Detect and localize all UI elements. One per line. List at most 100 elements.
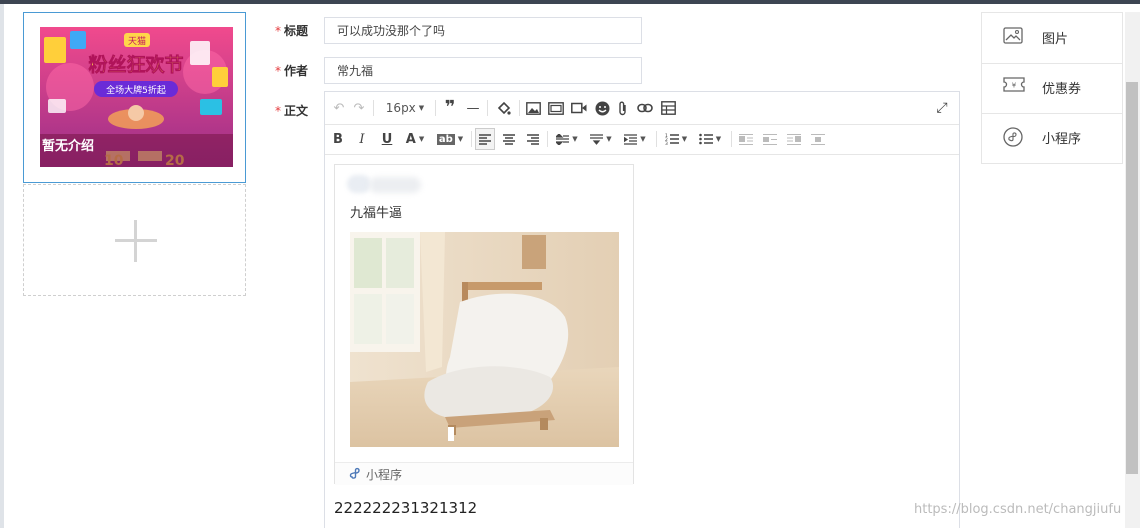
table-icon[interactable]	[659, 98, 677, 118]
unordered-list-button[interactable]: ▼	[696, 129, 724, 149]
author-input[interactable]	[324, 57, 642, 84]
font-color-button[interactable]: A ▼	[402, 129, 428, 149]
chevron-down-icon: ▼	[606, 135, 612, 143]
left-edge	[0, 4, 4, 528]
redo-icon[interactable]: ↷	[351, 98, 367, 118]
indent-button[interactable]: ▼	[622, 129, 648, 149]
toolbar-divider	[435, 100, 436, 116]
float-center-button[interactable]	[809, 129, 827, 149]
undo-icon[interactable]: ↶	[331, 98, 347, 118]
ordered-list-button[interactable]: 1 2 3 ▼	[662, 129, 690, 149]
chevron-down-icon: ▼	[457, 135, 464, 143]
content-label-text: 正文	[284, 104, 309, 118]
title-label: * 标题	[275, 22, 308, 39]
mini-program-icon	[1003, 127, 1025, 147]
image-icon[interactable]	[524, 98, 542, 118]
align-left-button[interactable]	[475, 128, 495, 150]
scrollbar-thumb[interactable]	[1126, 82, 1138, 474]
chevron-down-icon: ▼	[715, 135, 722, 143]
toolbar-divider	[519, 100, 520, 116]
cover-caption: 暂无介绍	[42, 139, 95, 154]
font-size-select[interactable]: 16px ▼	[381, 98, 429, 118]
rich-text-editor[interactable]: ↶ ↷ 16px ▼ ❞ — ⤢ B I U A ▼ ab ▼ ▼ ▼ ▼ 1 …	[324, 91, 960, 528]
insert-mini-program-item[interactable]: 小程序	[982, 113, 1122, 163]
required-mark: *	[275, 104, 281, 118]
insert-image-label: 图片	[1042, 32, 1069, 47]
required-mark: *	[275, 24, 281, 38]
toolbar-divider	[373, 100, 374, 116]
bold-button[interactable]: B	[331, 129, 345, 149]
mini-program-footer: 小程序	[335, 462, 633, 485]
font-size-value: 16px	[385, 101, 416, 115]
svg-text:3: 3	[665, 141, 668, 145]
align-center-button[interactable]	[501, 129, 517, 149]
emoji-icon[interactable]	[593, 98, 611, 118]
chevron-down-icon: ▼	[418, 104, 425, 112]
author-label-text: 作者	[284, 64, 309, 78]
add-article-button[interactable]	[23, 184, 246, 296]
toolbar-divider	[471, 131, 472, 147]
video-icon[interactable]	[570, 98, 588, 118]
toolbar-divider	[656, 131, 657, 147]
insert-image-item[interactable]: 图片	[982, 13, 1122, 64]
bold-label: B	[333, 131, 343, 147]
insert-mini-program-label: 小程序	[1042, 132, 1082, 147]
background-color-label: ab	[436, 133, 455, 145]
chevron-down-icon: ▼	[681, 135, 688, 143]
banner-main-text: 粉丝狂欢节	[88, 53, 183, 76]
toolbar-divider	[731, 131, 732, 147]
paint-icon[interactable]	[495, 98, 513, 118]
editor-body-text[interactable]: 222222231321312	[334, 499, 477, 517]
required-mark: *	[275, 64, 281, 78]
editor-toolbar-row2: B I U A ▼ ab ▼ ▼ ▼ ▼ 1 2 3 ▼ ▼	[325, 124, 959, 155]
plus-icon-vertical	[134, 220, 137, 262]
mini-program-footer-label: 小程序	[366, 468, 403, 482]
blurred-avatar	[347, 175, 371, 193]
title-label-text: 标题	[284, 24, 309, 38]
insert-panel: 图片 ¥ 优惠券 小程序	[981, 12, 1123, 164]
banner-sub-text: 全场大牌5折起	[106, 84, 166, 96]
title-input[interactable]	[324, 17, 642, 44]
float-right-button[interactable]	[785, 129, 803, 149]
mini-program-icon	[349, 467, 362, 483]
mini-program-card[interactable]: 九福牛逼 小程序	[334, 164, 634, 485]
banner-badge-text: 天猫	[128, 35, 146, 47]
attachment-icon[interactable]	[615, 98, 631, 118]
coupon-icon: ¥	[1003, 77, 1025, 97]
watermark: https://blog.csdn.net/changjiufu	[914, 502, 1122, 517]
align-right-button[interactable]	[525, 129, 541, 149]
author-label: * 作者	[275, 62, 308, 79]
font-color-label: A	[405, 131, 416, 147]
background-color-button[interactable]: ab ▼	[435, 129, 465, 149]
top-bar	[0, 0, 1140, 4]
italic-button[interactable]: I	[355, 129, 369, 149]
horizontal-rule-icon[interactable]: —	[465, 98, 481, 118]
blurred-name	[369, 177, 421, 193]
editor-toolbar-row1: ↶ ↷ 16px ▼ ❞ — ⤢	[325, 92, 959, 125]
mini-program-image	[350, 232, 619, 447]
insert-coupon-item[interactable]: ¥ 优惠券	[982, 63, 1122, 114]
fullscreen-icon[interactable]: ⤢	[933, 98, 951, 118]
underline-button[interactable]: U	[380, 129, 394, 149]
italic-label: I	[359, 131, 365, 147]
chevron-down-icon: ▼	[572, 135, 578, 143]
content-label: * 正文	[275, 102, 308, 119]
toolbar-divider	[487, 100, 488, 116]
paragraph-spacing-button[interactable]: ▼	[588, 129, 614, 149]
quote-icon[interactable]: ❞	[441, 97, 459, 118]
link-icon[interactable]	[636, 98, 654, 118]
float-none-button[interactable]	[761, 129, 779, 149]
article-card[interactable]: 天猫 粉丝狂欢节 全场大牌5折起 10 20 暂无介绍	[23, 12, 246, 183]
mini-program-title: 九福牛逼	[350, 206, 403, 221]
chevron-down-icon: ▼	[640, 135, 646, 143]
toolbar-divider	[547, 131, 548, 147]
insert-coupon-label: 优惠券	[1042, 82, 1082, 97]
image-gallery-icon[interactable]	[547, 98, 565, 118]
image-icon	[1003, 27, 1025, 47]
cover-caption-bar: 暂无介绍	[40, 134, 233, 167]
svg-text:¥: ¥	[1012, 82, 1017, 90]
underline-label: U	[381, 131, 393, 147]
line-height-button[interactable]: ▼	[554, 129, 580, 149]
float-left-button[interactable]	[737, 129, 755, 149]
chevron-down-icon: ▼	[418, 135, 425, 143]
